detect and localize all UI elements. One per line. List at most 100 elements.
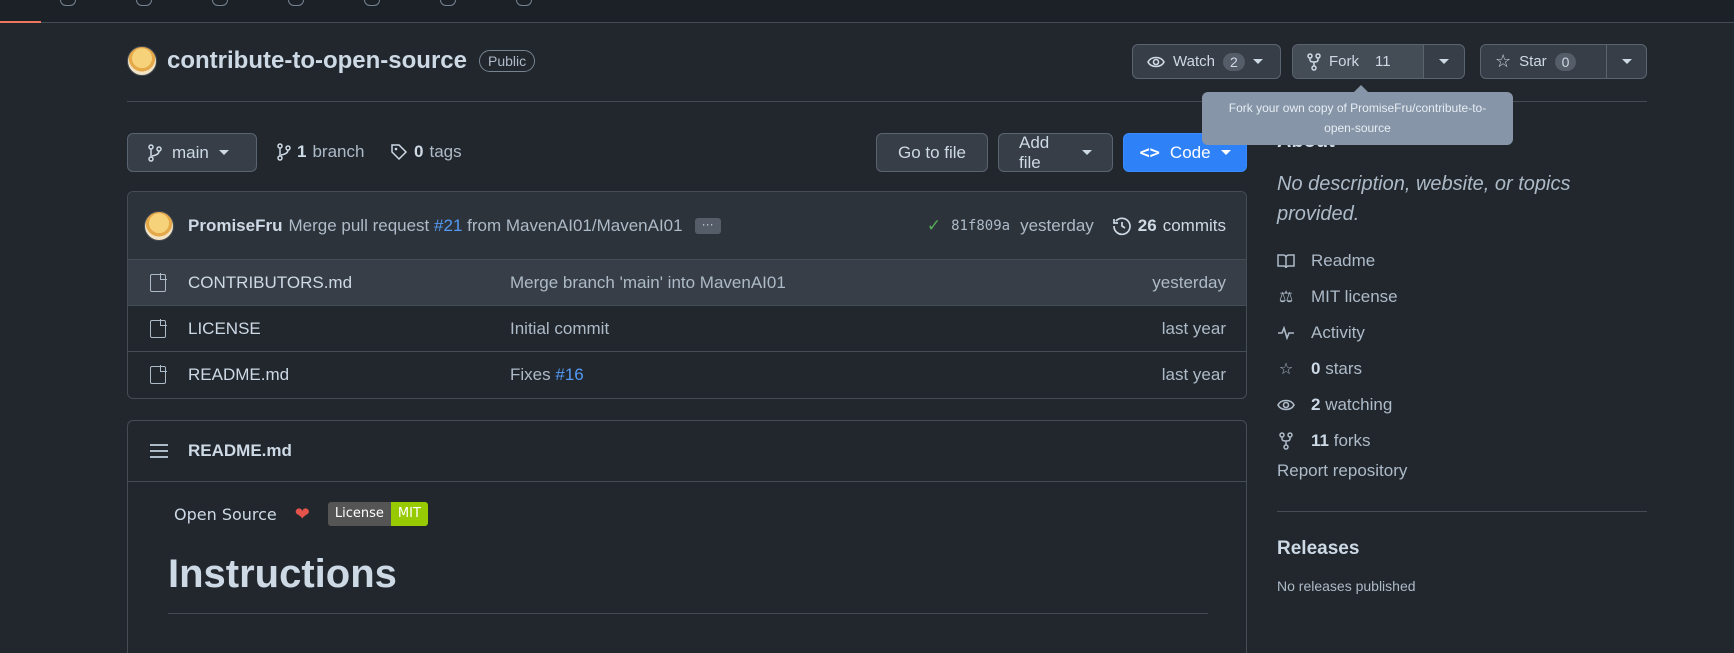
current-branch-label: main xyxy=(172,142,209,162)
active-tab-underline xyxy=(0,21,41,23)
file-icon xyxy=(150,365,167,384)
chevron-down-icon xyxy=(1252,59,1263,64)
tag-icon xyxy=(391,144,408,161)
file-row[interactable]: CONTRIBUTORS.md Merge branch 'main' into… xyxy=(128,260,1246,306)
commit-author-avatar[interactable] xyxy=(144,210,174,241)
readme-panel: README.md Open Source ❤ License MIT Inst… xyxy=(127,420,1247,653)
repo-name-link[interactable]: contribute-to-open-source xyxy=(167,47,467,75)
commit-sha-link[interactable]: 81f809a xyxy=(951,218,1010,234)
fork-dropdown-button[interactable] xyxy=(1424,45,1464,78)
watch-button[interactable]: Watch 2 xyxy=(1132,44,1281,79)
issues-tab-icon[interactable] xyxy=(136,0,152,6)
license-badge[interactable]: License MIT xyxy=(327,502,428,526)
chevron-down-icon xyxy=(1621,59,1632,64)
eye-icon xyxy=(1147,56,1165,67)
releases-title[interactable]: Releases xyxy=(1277,538,1647,560)
commit-time: yesterday xyxy=(1020,216,1094,235)
forks-count: 11 xyxy=(1311,431,1329,450)
insights-tab-icon[interactable] xyxy=(516,0,532,6)
forks-label: forks xyxy=(1333,431,1371,450)
stars-link[interactable]: ☆ 0 stars xyxy=(1277,351,1647,387)
star-icon: ☆ xyxy=(1278,361,1294,378)
license-link[interactable]: ⚖ MIT license xyxy=(1277,279,1647,315)
readme-link[interactable]: Readme xyxy=(1277,243,1647,279)
issue-link[interactable]: #16 xyxy=(555,365,583,384)
license-badge-right: MIT xyxy=(390,502,428,526)
pull-requests-tab-icon[interactable] xyxy=(212,0,228,6)
file-commit-message: Fixes #16 xyxy=(510,365,584,385)
fork-label: Fork xyxy=(1329,53,1359,70)
readme-heading: Instructions xyxy=(168,552,1208,614)
expand-commit-button[interactable]: ··· xyxy=(694,217,721,234)
security-tab-icon[interactable] xyxy=(440,0,456,6)
code-icon: <> xyxy=(1139,142,1160,163)
commit-author-link[interactable]: PromiseFru xyxy=(188,216,282,236)
file-icon xyxy=(150,272,167,292)
add-file-button[interactable]: Add file xyxy=(998,133,1113,172)
readme-body: Open Source ❤ License MIT Instructions xyxy=(128,482,1246,634)
projects-tab-icon[interactable] xyxy=(364,0,380,6)
tags-link[interactable]: 0 tags xyxy=(390,142,462,162)
report-repository-link[interactable]: Report repository xyxy=(1277,461,1647,481)
eye-icon xyxy=(1277,396,1295,414)
commit-word: commits xyxy=(1162,216,1226,235)
file-commit-text: Initial commit xyxy=(510,318,610,338)
chevron-down-icon xyxy=(1439,59,1449,64)
star-list-dropdown-button[interactable] xyxy=(1606,45,1646,78)
tag-word: tags xyxy=(429,142,462,161)
fork-icon xyxy=(1307,52,1321,71)
commits-history-link[interactable]: 26 commits xyxy=(1112,216,1226,236)
commit-message-pre: Merge pull request xyxy=(288,215,430,235)
owner-avatar[interactable] xyxy=(127,46,157,76)
visibility-badge: Public xyxy=(479,50,536,72)
star-button[interactable]: ☆ Star 0 xyxy=(1481,45,1606,78)
code-tab-icon[interactable] xyxy=(60,0,76,6)
actions-tab-icon[interactable] xyxy=(288,0,304,6)
license-label: MIT license xyxy=(1311,287,1398,306)
activity-label: Activity xyxy=(1311,323,1365,342)
watchers-link[interactable]: 2 watching xyxy=(1277,387,1647,423)
readme-title[interactable]: README.md xyxy=(188,441,292,461)
file-name-link[interactable]: README.md xyxy=(188,365,289,385)
stars-count: 0 xyxy=(1311,359,1321,378)
file-name-link[interactable]: CONTRIBUTORS.md xyxy=(188,273,352,293)
heart-icon: ❤ xyxy=(294,503,310,525)
fork-button-group: Fork 11 xyxy=(1292,44,1465,79)
watching-count: 2 xyxy=(1311,395,1321,414)
star-button-group: ☆ Star 0 xyxy=(1480,44,1647,79)
repo-header: contribute-to-open-source Public xyxy=(127,46,536,76)
pull-request-link[interactable]: #21 xyxy=(434,216,462,235)
go-to-file-label: Go to file xyxy=(897,142,967,162)
fork-icon xyxy=(1277,432,1295,450)
check-icon[interactable]: ✓ xyxy=(927,216,941,236)
file-row[interactable]: README.md Fixes #16 last year xyxy=(128,352,1246,398)
tag-count: 0 xyxy=(414,142,424,161)
pulse-icon xyxy=(1277,324,1295,342)
branches-link[interactable]: 1 branch xyxy=(277,142,364,162)
license-badge-left: License xyxy=(327,502,391,526)
chevron-down-icon xyxy=(218,150,229,155)
commit-meta: ✓ 81f809a yesterday 26 commits xyxy=(927,192,1226,260)
forks-link[interactable]: 11 forks xyxy=(1277,423,1647,459)
file-table: PromiseFru Merge pull request #21 from M… xyxy=(127,191,1247,399)
file-name-link[interactable]: LICENSE xyxy=(188,319,261,339)
list-icon[interactable] xyxy=(150,444,168,458)
activity-link[interactable]: Activity xyxy=(1277,315,1647,351)
file-commit-text: Merge branch 'main' into MavenAI01 xyxy=(510,272,786,292)
file-row[interactable]: LICENSE Initial commit last year xyxy=(128,306,1246,352)
no-releases-text: No releases published xyxy=(1277,578,1416,594)
go-to-file-button[interactable]: Go to file xyxy=(876,133,988,172)
file-commit-message[interactable]: Initial commit xyxy=(510,319,609,339)
book-icon xyxy=(1277,252,1295,270)
commit-message[interactable]: Merge pull request #21 from MavenAI01/Ma… xyxy=(288,216,682,236)
file-commit-message[interactable]: Merge branch 'main' into MavenAI01 xyxy=(510,273,786,293)
readme-label: Readme xyxy=(1311,251,1376,270)
about-sidebar: About No description, website, or topics… xyxy=(1277,130,1647,594)
file-commit-text[interactable]: Fixes xyxy=(510,365,551,384)
fork-button[interactable]: Fork 11 xyxy=(1293,45,1424,78)
branch-selector-button[interactable]: main xyxy=(127,133,257,172)
code-label: Code xyxy=(1169,142,1211,162)
file-commit-time: last year xyxy=(1161,365,1226,384)
file-commit-time: last year xyxy=(1161,318,1226,338)
commit-count: 26 xyxy=(1137,216,1157,235)
